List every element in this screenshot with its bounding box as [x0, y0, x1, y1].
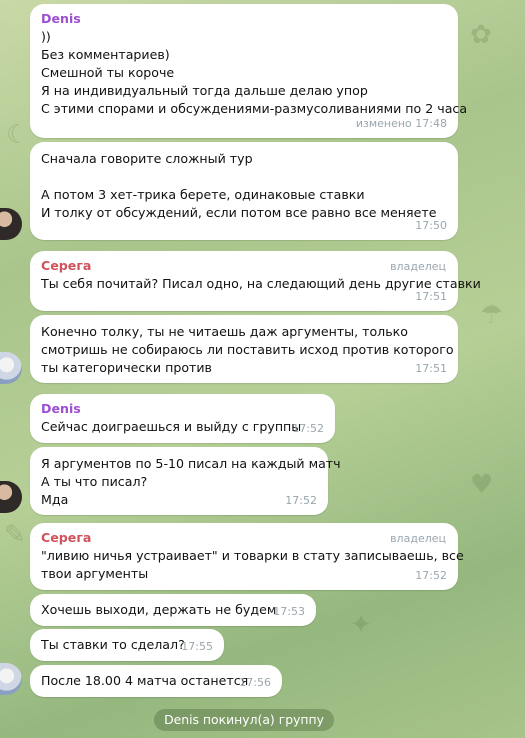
- message-line: ты категорически против: [41, 360, 212, 375]
- message-time: 17:52: [415, 569, 447, 582]
- doodle-icon: ♥: [470, 470, 494, 500]
- message-bubble[interactable]: После 18.00 4 матча останется 17:56: [30, 665, 282, 697]
- owner-badge: владелец: [390, 532, 446, 545]
- message-line: Смешной ты короче: [41, 65, 175, 80]
- message-time: изменено 17:48: [355, 117, 447, 130]
- doodle-icon: ✎: [4, 520, 26, 550]
- service-message: Denis покинул(а) группу: [154, 709, 334, 731]
- message-time: 17:50: [415, 219, 447, 232]
- message-time: 17:53: [273, 605, 305, 618]
- sender-name[interactable]: Denis: [41, 10, 447, 28]
- sender-name[interactable]: Серега: [41, 529, 447, 547]
- message-line: [41, 168, 447, 186]
- message-line: После 18.00 4 матча останется: [41, 673, 249, 688]
- doodle-icon: ☾: [6, 120, 30, 150]
- doodle-icon: ✿: [470, 20, 492, 50]
- message-line: твои аргументы: [41, 566, 149, 581]
- message-line: Конечно толку, ты не читаешь даж аргумен…: [41, 324, 408, 339]
- doodle-icon: ☂: [480, 300, 504, 330]
- message-line: Сейчас доиграешься и выйду с группы: [41, 419, 302, 434]
- message-bubble[interactable]: Denis )) Без комментариев) Смешной ты ко…: [30, 4, 467, 138]
- message-line: А ты что писал?: [41, 474, 148, 489]
- message-line: смотришь не собираюсь ли поставить исход…: [41, 342, 454, 357]
- message-bubble[interactable]: Серега владелец "ливию ничья устраивает"…: [30, 523, 464, 590]
- message-bubble[interactable]: Сначала говорите сложный тур А потом 3 х…: [30, 142, 458, 240]
- message-bubble[interactable]: Denis Сейчас доиграешься и выйду с групп…: [30, 394, 335, 443]
- message-time: 17:56: [239, 676, 271, 689]
- message-line: "ливию ничья устраивает" и товарки в ста…: [41, 548, 464, 563]
- sender-name[interactable]: Denis: [41, 400, 324, 418]
- message-bubble[interactable]: Я аргументов по 5-10 писал на каждый мат…: [30, 447, 341, 515]
- message-bubble[interactable]: Серега владелец Ты себя почитай? Писал о…: [30, 251, 481, 311]
- message-line: )): [41, 29, 51, 44]
- message-time: 17:52: [285, 494, 317, 507]
- message-line: Мда: [41, 492, 69, 507]
- message-line: А потом 3 хет-трика берете, одинаковые с…: [41, 187, 365, 202]
- message-bubble[interactable]: Хочешь выходи, держать не будем 17:53: [30, 594, 316, 626]
- message-line: И толку от обсуждений, если потом все ра…: [41, 205, 437, 220]
- sender-name[interactable]: Серега: [41, 257, 447, 275]
- message-bubble[interactable]: Ты ставки то сделал? 17:55: [30, 629, 224, 661]
- message-time: 17:52: [292, 422, 324, 435]
- message-bubble[interactable]: Конечно толку, ты не читаешь даж аргумен…: [30, 315, 458, 383]
- message-line: Я аргументов по 5-10 писал на каждый мат…: [41, 456, 341, 471]
- doodle-icon: ✦: [350, 610, 372, 640]
- owner-badge: владелец: [390, 260, 446, 273]
- message-line: Сначала говорите сложный тур: [41, 151, 253, 166]
- message-time: 17:51: [415, 290, 447, 303]
- message-time: 17:55: [181, 640, 213, 653]
- message-line: Без комментариев): [41, 47, 170, 62]
- message-line: Хочешь выходи, держать не будем: [41, 602, 277, 617]
- message-line: Ты себя почитай? Писал одно, на следающи…: [41, 276, 481, 291]
- message-line: Я на индивидуальный тогда дальше делаю у…: [41, 83, 368, 98]
- message-time: 17:51: [415, 362, 447, 375]
